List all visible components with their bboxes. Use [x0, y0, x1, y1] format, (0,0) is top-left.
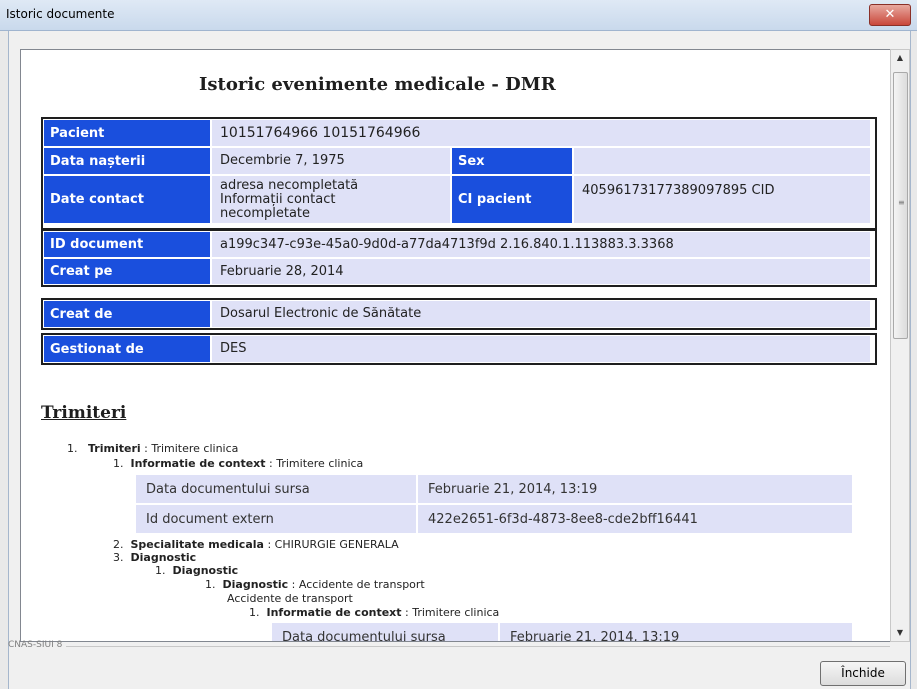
sex-label: Sex: [451, 147, 573, 175]
created-by-value: Dosarul Electronic de Sănătate: [211, 300, 871, 328]
status-label: CNAS-SIUI 8: [8, 640, 63, 650]
contact-info-line-2: necompletate: [220, 205, 311, 221]
item-number: 2.: [113, 538, 124, 551]
contact-label: Date contact: [43, 175, 211, 224]
title-bar: Istoric documente ✕: [0, 0, 917, 31]
created-by-table: Creat de Dosarul Electronic de Sănătate: [41, 298, 877, 330]
item-key: Informatie de context: [130, 457, 266, 470]
item-value: : Trimitere clinica: [140, 442, 239, 455]
tree-item-context-2: 1. Informatie de context : Trimitere cli…: [249, 606, 499, 619]
grip-icon: ≡: [898, 198, 905, 207]
created-on-label: Creat pe: [43, 258, 211, 285]
document-viewer[interactable]: Istoric evenimente medicale - DMR Pacien…: [20, 49, 892, 642]
tree-item-trimiteri: 1. Trimiteri : Trimitere clinica: [67, 442, 238, 455]
ci-value: 40596173177389097895 CID: [573, 175, 871, 224]
birth-date-value: Decembrie 7, 1975: [211, 147, 451, 175]
item-value: : CHIRURGIE GENERALA: [263, 538, 399, 551]
vertical-scrollbar[interactable]: ▲ ≡ ▼: [890, 49, 910, 642]
window-close-button[interactable]: ✕: [869, 4, 911, 26]
item-key: Specialitate medicala: [130, 538, 264, 551]
contact-address: adresa necompletată: [220, 177, 359, 193]
item-number: 1.: [205, 578, 216, 591]
close-icon: ✕: [884, 7, 896, 22]
document-title: Istoric evenimente medicale - DMR: [199, 74, 556, 95]
scrollbar-thumb[interactable]: ≡: [893, 72, 908, 339]
sex-value: [573, 147, 871, 175]
doc-id-value: a199c347-c93e-45a0-9d0d-a77da4713f9d 2.1…: [211, 231, 871, 258]
source-date-value: Februarie 21, 2014, 13:19: [417, 474, 853, 504]
item-value: : Trimitere clinica: [401, 606, 500, 619]
item-key: Diagnostic: [222, 578, 289, 591]
item-key: Diagnostic: [172, 564, 239, 577]
item-key: Trimiteri: [88, 442, 141, 455]
source-date-label: Data documentului sursa: [135, 474, 417, 504]
external-id-value: 422e2651-6f3d-4873-8ee8-cde2bff16441: [417, 504, 853, 534]
contact-value: adresa necompletată Informații contact n…: [211, 175, 451, 224]
section-title-trimiteri: Trimiteri: [41, 403, 127, 423]
ci-label: CI pacient: [451, 175, 573, 224]
source-date-value-2: Februarie 21, 2014, 13:19: [499, 622, 853, 641]
scroll-up-arrow-icon[interactable]: ▲: [891, 50, 909, 66]
created-by-label: Creat de: [43, 300, 211, 328]
managed-by-table: Gestionat de DES: [41, 333, 877, 365]
doc-id-label: ID document: [43, 231, 211, 258]
item-number: 3.: [113, 551, 124, 564]
scroll-down-arrow-icon[interactable]: ▼: [891, 625, 909, 641]
item-number: 1.: [67, 442, 78, 455]
close-button[interactable]: Închide: [820, 661, 906, 686]
context-data-table: Data documentului sursa Februarie 21, 20…: [135, 474, 853, 534]
patient-info-table: Pacient 10151764966 10151764966 Data naș…: [41, 117, 877, 230]
patient-value: 10151764966 10151764966: [211, 119, 871, 147]
tree-item-diagnostic-sub: 1. Diagnostic: [155, 564, 238, 577]
item-key: Informatie de context: [266, 606, 402, 619]
item-value: : Trimitere clinica: [265, 457, 364, 470]
managed-by-label: Gestionat de: [43, 335, 211, 363]
item-value: : Accidente de transport: [288, 578, 425, 591]
window-title: Istoric documente: [6, 7, 115, 21]
context-data-table-2: Data documentului sursa Februarie 21, 20…: [271, 622, 853, 641]
source-date-label-2: Data documentului sursa: [271, 622, 499, 641]
tree-item-context: 1. Informatie de context : Trimitere cli…: [113, 457, 363, 470]
item-number: 1.: [155, 564, 166, 577]
birth-date-label: Data nașterii: [43, 147, 211, 175]
created-on-value: Februarie 28, 2014: [211, 258, 871, 285]
tree-item-diagnostic: 3. Diagnostic: [113, 551, 196, 564]
patient-label: Pacient: [43, 119, 211, 147]
external-id-label: Id document extern: [135, 504, 417, 534]
managed-by-value: DES: [211, 335, 871, 363]
status-divider: [66, 646, 890, 647]
contact-info-line: Informații contact: [220, 191, 336, 207]
document-id-table: ID document a199c347-c93e-45a0-9d0d-a77d…: [41, 229, 877, 287]
tree-item-diagnostic-text: Accidente de transport: [227, 592, 353, 605]
tree-item-specialty: 2. Specialitate medicala : CHIRURGIE GEN…: [113, 538, 399, 551]
item-number: 1.: [249, 606, 260, 619]
tree-item-diagnostic-item: 1. Diagnostic : Accidente de transport: [205, 578, 425, 591]
item-number: 1.: [113, 457, 124, 470]
item-key: Diagnostic: [130, 551, 197, 564]
